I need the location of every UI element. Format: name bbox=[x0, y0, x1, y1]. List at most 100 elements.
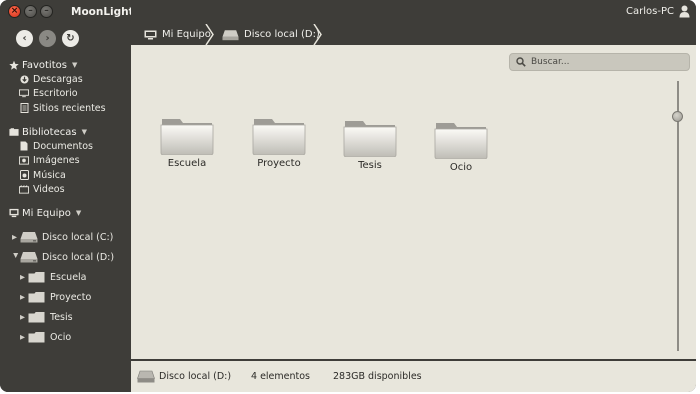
app-window: × – – MoonLight ‹ › ↻ Favotitos ▼ Descar… bbox=[0, 0, 696, 392]
hard-drive-icon bbox=[20, 252, 38, 263]
sidebar-item-label: Música bbox=[33, 169, 66, 181]
close-button[interactable]: × bbox=[8, 5, 21, 18]
status-bar: Disco local (D:) 4 elementos 283GB dispo… bbox=[131, 361, 696, 392]
expand-arrow-icon[interactable]: ▶ bbox=[12, 233, 20, 241]
folder-item[interactable]: Ocio bbox=[426, 119, 496, 173]
star-icon bbox=[9, 60, 19, 70]
folder-icon bbox=[28, 312, 45, 323]
maximize-button[interactable]: – bbox=[40, 5, 53, 18]
refresh-button[interactable]: ↻ bbox=[62, 30, 79, 47]
minimize-icon: – bbox=[28, 6, 33, 16]
breadcrumb-label: Mi Equipo bbox=[162, 29, 211, 40]
sidebar-item-videos[interactable]: Videos bbox=[9, 183, 93, 198]
breadcrumb: Mi Equipo Disco local (D:) bbox=[131, 24, 696, 45]
expand-arrow-icon[interactable]: ▶ bbox=[20, 313, 28, 321]
tree-item-label: Proyecto bbox=[50, 291, 92, 303]
tree-item-label: Tesis bbox=[50, 311, 73, 323]
folder-item[interactable]: Escuela bbox=[152, 115, 222, 169]
expand-arrow-icon[interactable]: ▶ bbox=[20, 273, 28, 281]
status-location: Disco local (D:) bbox=[159, 371, 232, 382]
folder-label: Escuela bbox=[167, 158, 207, 169]
folder-icon bbox=[28, 272, 45, 283]
tree-item-drive-c[interactable]: ▶ Disco local (C:) bbox=[12, 227, 114, 247]
tree-item-folder-escuela[interactable]: ▶ Escuela bbox=[20, 267, 114, 287]
breadcrumb-separator-icon bbox=[205, 24, 214, 45]
expanded-arrow-icon[interactable]: ▶ bbox=[12, 253, 20, 261]
favorites-section: Favotitos ▼ Descargas Escritorio Sitios … bbox=[9, 58, 106, 116]
sidebar-item-label: Descargas bbox=[33, 73, 83, 85]
hard-drive-icon bbox=[137, 370, 155, 383]
folder-icon bbox=[252, 119, 306, 155]
drive-d-children: ▶ Escuela ▶ Proyecto ▶ Tesis ▶ Ocio bbox=[12, 267, 114, 347]
search-icon bbox=[516, 57, 526, 67]
maximize-icon: – bbox=[44, 6, 49, 16]
status-item-count: 4 elementos bbox=[251, 371, 310, 382]
folder-item[interactable]: Tesis bbox=[335, 117, 405, 171]
sidebar-item-label: Sitios recientes bbox=[33, 102, 106, 114]
chevron-down-icon: ▼ bbox=[71, 61, 78, 69]
folder-icon bbox=[28, 292, 45, 303]
window-controls: × – – bbox=[8, 5, 53, 18]
music-icon bbox=[19, 170, 29, 181]
folder-icon bbox=[160, 119, 214, 155]
navigation-buttons: ‹ › ↻ bbox=[16, 30, 79, 47]
folder-item[interactable]: Proyecto bbox=[244, 115, 314, 169]
search-box[interactable]: Buscar... bbox=[509, 53, 690, 71]
forward-button[interactable]: › bbox=[39, 30, 56, 47]
sidebar-item-documents[interactable]: Documentos bbox=[9, 139, 93, 154]
back-arrow-icon: ‹ bbox=[22, 33, 27, 44]
tree-item-label: Escuela bbox=[50, 271, 87, 283]
breadcrumb-label: Disco local (D:) bbox=[244, 29, 320, 40]
folder-icon bbox=[343, 121, 397, 157]
image-icon bbox=[19, 156, 29, 166]
folder-icon bbox=[434, 123, 488, 159]
drive-tree: ▶ Disco local (C:) ▶ Disco local (D:) ▶ … bbox=[12, 227, 114, 347]
computer-header[interactable]: Mi Equipo ▼ bbox=[9, 206, 81, 220]
tree-item-folder-tesis[interactable]: ▶ Tesis bbox=[20, 307, 114, 327]
sidebar-item-label: Escritorio bbox=[33, 88, 78, 100]
scrollbar-thumb[interactable] bbox=[672, 111, 683, 122]
document-icon bbox=[19, 141, 29, 151]
libraries-title: Bibliotecas bbox=[22, 126, 77, 138]
computer-icon bbox=[9, 208, 19, 218]
libraries-header[interactable]: Bibliotecas ▼ bbox=[9, 125, 93, 139]
folder-label: Proyecto bbox=[257, 158, 301, 169]
refresh-icon: ↻ bbox=[66, 33, 75, 44]
favorites-header[interactable]: Favotitos ▼ bbox=[9, 58, 106, 72]
sidebar-item-desktop[interactable]: Escritorio bbox=[9, 87, 106, 102]
sidebar-item-recent-sites[interactable]: Sitios recientes bbox=[9, 101, 106, 116]
title-bar: Carlos-PC bbox=[131, 0, 696, 24]
tree-item-folder-proyecto[interactable]: ▶ Proyecto bbox=[20, 287, 114, 307]
sidebar-item-label: Documentos bbox=[33, 140, 93, 152]
tree-item-label: Disco local (D:) bbox=[42, 251, 115, 263]
hard-drive-icon bbox=[20, 232, 38, 243]
computer-section: Mi Equipo ▼ bbox=[9, 206, 81, 220]
sidebar-item-images[interactable]: Imágenes bbox=[9, 154, 93, 169]
breadcrumb-item-computer[interactable]: Mi Equipo bbox=[144, 24, 211, 45]
sidebar-item-downloads[interactable]: Descargas bbox=[9, 72, 106, 87]
tree-item-label: Ocio bbox=[50, 331, 72, 343]
file-area: Buscar... Escuela Proyecto Tesis Ocio bbox=[131, 45, 696, 359]
video-icon bbox=[19, 185, 29, 195]
expand-arrow-icon[interactable]: ▶ bbox=[20, 293, 28, 301]
expand-arrow-icon[interactable]: ▶ bbox=[20, 333, 28, 341]
user-info[interactable]: Carlos-PC bbox=[626, 5, 690, 18]
minimize-button[interactable]: – bbox=[24, 5, 37, 18]
app-title: MoonLight bbox=[71, 6, 134, 18]
folder-label: Tesis bbox=[358, 160, 382, 171]
download-icon bbox=[19, 74, 29, 84]
folder-icon bbox=[28, 332, 45, 343]
search-input[interactable]: Buscar... bbox=[531, 57, 570, 67]
breadcrumb-item-drive-d[interactable]: Disco local (D:) bbox=[222, 24, 320, 45]
sidebar-item-label: Imágenes bbox=[33, 155, 80, 167]
sidebar-item-music[interactable]: Música bbox=[9, 168, 93, 183]
forward-arrow-icon: › bbox=[45, 33, 50, 44]
desktop-icon bbox=[19, 89, 29, 99]
tree-item-folder-ocio[interactable]: ▶ Ocio bbox=[20, 327, 114, 347]
computer-title: Mi Equipo bbox=[22, 207, 71, 219]
sidebar: × – – MoonLight ‹ › ↻ Favotitos ▼ Descar… bbox=[0, 0, 134, 392]
hard-drive-icon bbox=[222, 29, 239, 40]
back-button[interactable]: ‹ bbox=[16, 30, 33, 47]
chevron-down-icon: ▼ bbox=[81, 128, 87, 136]
tree-item-drive-d[interactable]: ▶ Disco local (D:) bbox=[12, 247, 114, 267]
